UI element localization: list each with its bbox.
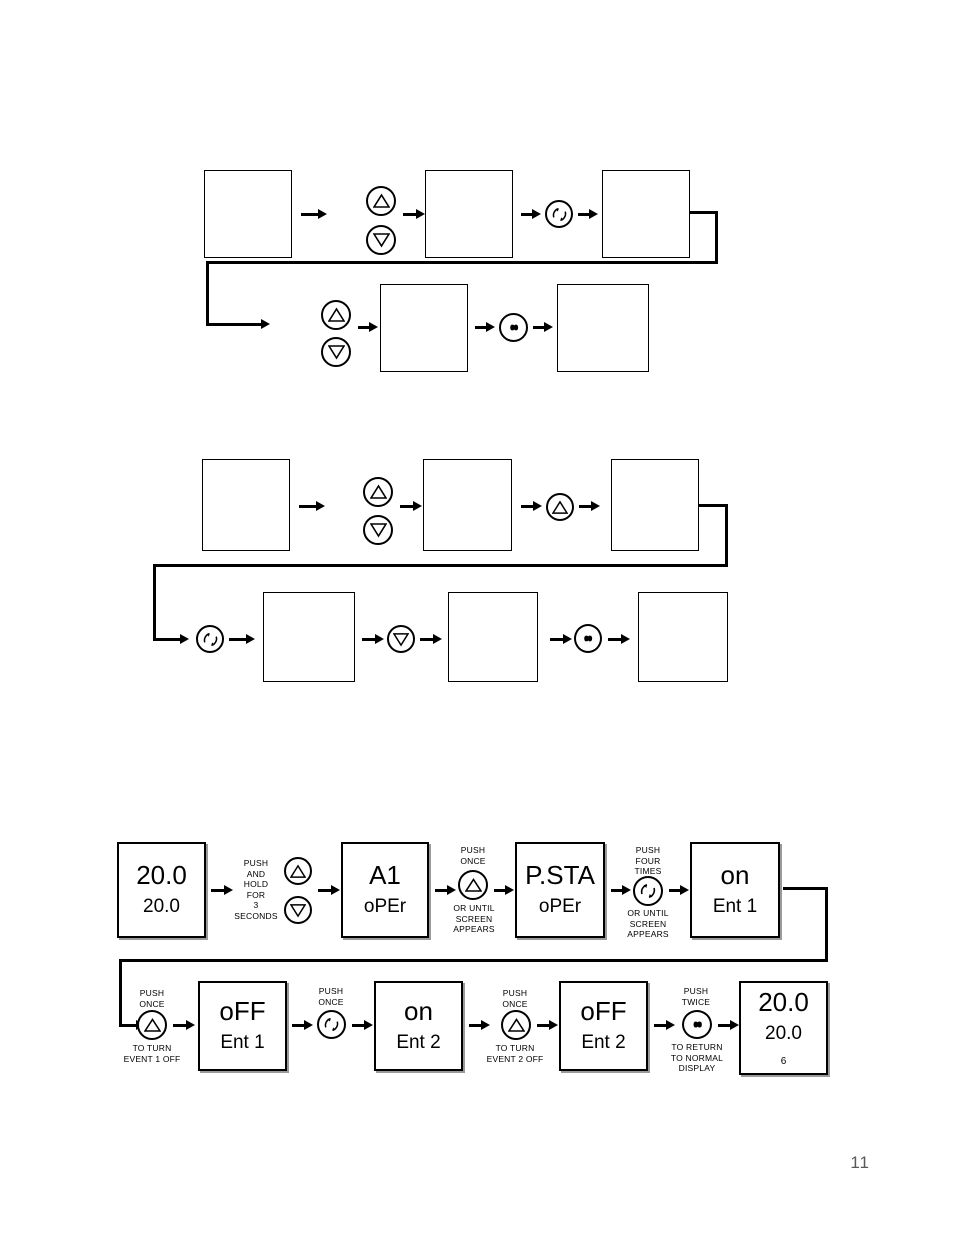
flow-arrow-icon — [435, 885, 456, 895]
display-line-1: P.STA — [525, 859, 595, 890]
flow-arrow-icon — [718, 1020, 739, 1030]
display-line-1: A1 — [369, 859, 401, 890]
flow-arrow-icon — [469, 1020, 490, 1030]
display-line-2: Ent 1 — [712, 896, 758, 918]
key-instruction-caption: OR UNTIL SCREEN APPEARS — [627, 908, 669, 939]
event-setup-example-flow-diagram: 20.0 20.0 PUSH AND HOLD FOR 3 SECONDS A1… — [0, 0, 954, 1120]
flow-arrow-icon — [352, 1020, 373, 1030]
display-line-1: oFF — [219, 995, 266, 1026]
display-line-3: 6 — [780, 1056, 787, 1068]
display-box: on Ent 1 — [690, 842, 780, 938]
flow-arrow-icon — [537, 1020, 558, 1030]
display-line-2: oPEr — [538, 896, 582, 918]
display-box: 20.0 20.0 — [117, 842, 206, 938]
display-line-2: 20.0 — [143, 896, 180, 918]
down-triangle-key-icon[interactable] — [284, 896, 312, 924]
loop-connector — [825, 887, 828, 962]
display-box: P.STA oPEr — [515, 842, 605, 938]
key-instruction-caption: TO TURN EVENT 2 OFF — [486, 1043, 544, 1064]
key-instruction-caption: PUSH ONCE — [502, 988, 528, 1009]
display-line-1: oFF — [580, 995, 627, 1026]
flow-arrow-icon — [654, 1020, 675, 1030]
key-instruction-caption: PUSH AND HOLD FOR 3 SECONDS — [234, 858, 278, 921]
display-line-2: Ent 2 — [581, 1032, 626, 1054]
key-instruction-caption: PUSH ONCE — [139, 988, 165, 1009]
display-line-1: 20.0 — [136, 859, 187, 890]
key-instruction-caption: OR UNTIL SCREEN APPEARS — [453, 903, 495, 934]
manual-page: 20.0 20.0 PUSH AND HOLD FOR 3 SECONDS A1… — [0, 0, 954, 1235]
key-instruction-caption: TO TURN EVENT 1 OFF — [123, 1043, 181, 1064]
loop-connector — [119, 959, 828, 962]
page-number: 11 — [850, 1153, 870, 1172]
display-line-2: Ent 1 — [220, 1032, 265, 1054]
display-box: A1 oPEr — [341, 842, 429, 938]
loop-connector — [783, 887, 828, 890]
up-triangle-key-icon[interactable] — [458, 870, 488, 900]
display-line-2: 20.0 — [765, 1023, 802, 1045]
up-triangle-key-icon[interactable] — [501, 1010, 531, 1040]
display-box: 20.0 20.0 6 — [739, 981, 828, 1075]
flow-arrow-icon — [318, 885, 340, 895]
up-triangle-key-icon[interactable] — [284, 857, 312, 885]
key-instruction-caption: PUSH ONCE — [318, 986, 344, 1007]
flow-arrow-icon — [292, 1020, 313, 1030]
display-line-1: on — [404, 995, 433, 1026]
display-box: oFF Ent 1 — [198, 981, 287, 1071]
key-instruction-caption: PUSH TWICE — [681, 986, 711, 1007]
flow-arrow-icon — [494, 885, 514, 895]
display-box: on Ent 2 — [374, 981, 463, 1071]
display-line-1: on — [720, 859, 750, 890]
infinity-key-icon[interactable] — [682, 1010, 712, 1039]
display-line-2: oPEr — [363, 896, 407, 918]
flow-arrow-icon — [611, 885, 631, 895]
key-instruction-caption: PUSH ONCE — [460, 845, 486, 866]
display-box: oFF Ent 2 — [559, 981, 648, 1071]
key-instruction-caption: TO RETURN TO NORMAL DISPLAY — [670, 1042, 724, 1073]
up-triangle-key-icon[interactable] — [137, 1010, 167, 1040]
rotate-cycle-key-icon[interactable] — [317, 1010, 346, 1039]
loop-connector — [119, 959, 122, 1025]
flow-arrow-icon — [669, 885, 689, 895]
rotate-cycle-key-icon[interactable] — [633, 876, 663, 906]
display-line-1: 20.0 — [758, 986, 809, 1017]
flow-arrow-icon — [173, 1020, 195, 1030]
key-instruction-caption: PUSH FOUR TIMES — [634, 845, 662, 876]
display-line-2: Ent 2 — [396, 1032, 441, 1054]
